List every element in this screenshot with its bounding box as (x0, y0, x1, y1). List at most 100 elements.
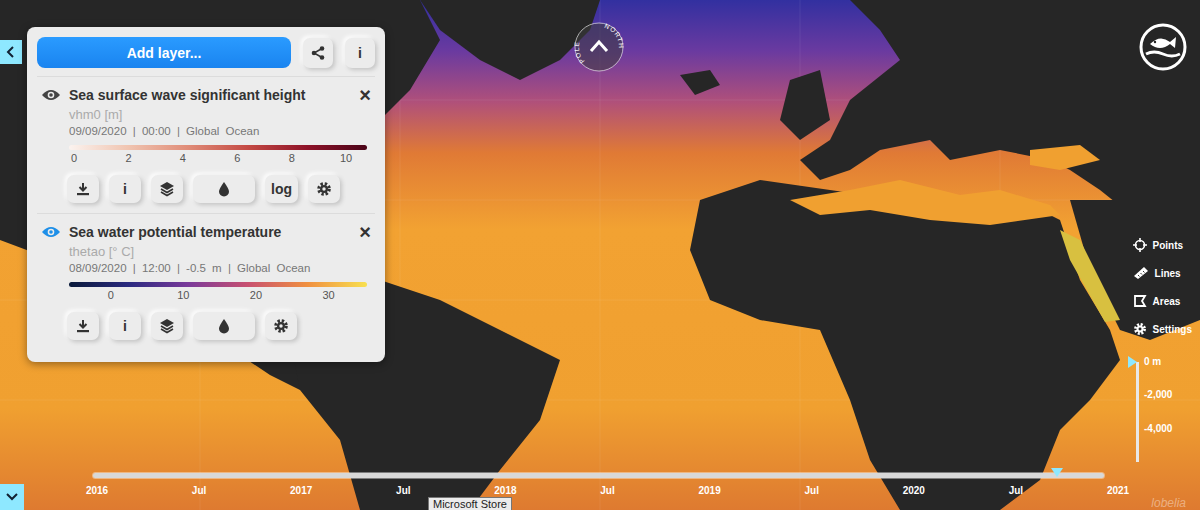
scale-tick: 0 (108, 289, 114, 301)
settings-button[interactable] (308, 175, 340, 203)
scale-tick: 6 (234, 152, 240, 164)
scale-tick: 4 (180, 152, 186, 164)
eye-icon[interactable] (41, 88, 61, 102)
eye-icon[interactable] (41, 225, 61, 239)
layer-toolbar: i log (67, 175, 371, 203)
points-tool[interactable]: Points (1133, 238, 1192, 252)
add-layer-button[interactable]: Add layer... (37, 37, 291, 68)
share-icon (310, 45, 326, 61)
download-button[interactable] (67, 175, 99, 203)
layer-header: Sea water potential temperature × (41, 222, 371, 242)
gear-icon (316, 181, 332, 197)
layer-variable: vhm0 [m] (69, 107, 371, 122)
north-pole-button[interactable]: NORTH POLE (574, 22, 624, 72)
layer-meta: 08/09/2020 | 12:00 | -0.5 m | Global Oce… (69, 262, 371, 274)
africa (690, 180, 1120, 510)
droplet-icon (218, 318, 230, 334)
layers-button[interactable] (151, 312, 183, 340)
droplet-icon (218, 181, 230, 197)
color-scale-ticks: 0246810 (69, 152, 367, 167)
map-tools: Points Lines Areas Settings (1133, 238, 1192, 336)
layer-title: Sea water potential temperature (69, 224, 351, 240)
remove-layer-button[interactable]: × (359, 222, 371, 242)
chevron-left-icon (6, 46, 16, 58)
tool-label: Lines (1155, 268, 1181, 279)
layer-toolbar: i (67, 312, 371, 340)
color-scale-ticks: 0 10 20 30 (69, 289, 367, 304)
layers-button[interactable] (151, 175, 183, 203)
areas-tool[interactable]: Areas (1133, 294, 1192, 308)
svg-text:POLE: POLE (574, 40, 585, 64)
opacity-button[interactable] (193, 312, 255, 340)
scale-tick: 8 (289, 152, 295, 164)
black-sea (1030, 145, 1100, 170)
text-button[interactable]: log (265, 175, 298, 203)
tool-label: Areas (1153, 296, 1181, 307)
expand-bottom-button[interactable] (0, 484, 24, 510)
mediterranean-sea (790, 180, 1060, 225)
timeline-track (93, 473, 1104, 478)
timeline-label: 2019 (698, 485, 720, 496)
tool-label: Settings (1153, 324, 1192, 335)
app-logo-icon[interactable] (1138, 22, 1188, 72)
red-sea (1060, 230, 1120, 322)
svg-text:NORTH: NORTH (604, 22, 624, 49)
scale-tick: 10 (177, 289, 189, 301)
layer-meta: 09/09/2020 | 00:00 | Global Ocean (69, 125, 371, 137)
download-icon (76, 319, 90, 333)
gear-icon (273, 318, 289, 334)
color-scale (69, 145, 367, 150)
download-button[interactable] (67, 312, 99, 340)
depth-slider[interactable]: 0 m-2,000-4,000 (1128, 362, 1194, 462)
collapse-panel-button[interactable] (0, 40, 22, 64)
share-button[interactable] (303, 38, 333, 68)
timeline-label: Jul (396, 485, 410, 496)
timeline-label: Jul (600, 485, 614, 496)
crosshair-icon (1133, 238, 1147, 252)
layer-item: Sea surface wave significant height × vhm0… (37, 76, 375, 213)
area-icon (1133, 294, 1147, 308)
settings-button[interactable] (265, 312, 297, 340)
opacity-button[interactable] (193, 175, 255, 203)
depth-label: 0 m (1144, 356, 1161, 367)
panel-header: Add layer... i (37, 37, 375, 76)
north-america (0, 0, 440, 390)
scale-tick: 20 (250, 289, 262, 301)
layers-icon (159, 318, 175, 334)
scale-tick: 0 (71, 152, 77, 164)
layers-panel: Add layer...iSea surface wave significan… (27, 27, 385, 362)
depth-label: -4,000 (1144, 423, 1172, 434)
depth-marker-icon[interactable] (1128, 356, 1137, 368)
layers-icon (159, 181, 175, 197)
timeline-label: 2017 (290, 485, 312, 496)
settings-tool[interactable]: Settings (1133, 322, 1192, 336)
info-button[interactable]: i (345, 38, 375, 68)
color-scale (69, 282, 367, 287)
iceland (680, 70, 720, 95)
info-button[interactable]: i (109, 175, 141, 203)
scale-tick: 2 (125, 152, 131, 164)
tool-label: Points (1153, 240, 1184, 251)
layer-item: Sea water potential temperature × thetao [… (37, 213, 375, 350)
info-button[interactable]: i (109, 312, 141, 340)
watermark: lobelia (1151, 496, 1186, 510)
layer-variable: thetao [° C] (69, 244, 371, 259)
timeline-label: Jul (1009, 485, 1023, 496)
lines-tool[interactable]: Lines (1133, 266, 1192, 280)
ocean (0, 0, 1200, 510)
scale-tick: 30 (322, 289, 334, 301)
britain (780, 70, 830, 140)
tooltip: Microsoft Store (428, 497, 512, 510)
download-icon (76, 182, 90, 196)
graticule (0, 0, 1200, 510)
timeline-label: Jul (192, 485, 206, 496)
greenland (420, 0, 600, 80)
timeline[interactable]: 2016Jul2017Jul2018Jul2019Jul2020Jul2021 (97, 468, 1118, 498)
depth-track (1136, 362, 1139, 462)
layer-title: Sea surface wave significant height (69, 87, 351, 103)
remove-layer-button[interactable]: × (359, 85, 371, 105)
ocean-map[interactable]: Add layer...iSea surface wave significan… (0, 0, 1200, 510)
layer-header: Sea surface wave significant height × (41, 85, 371, 105)
time-marker-icon[interactable] (1051, 468, 1063, 477)
gear-icon (1133, 322, 1147, 336)
